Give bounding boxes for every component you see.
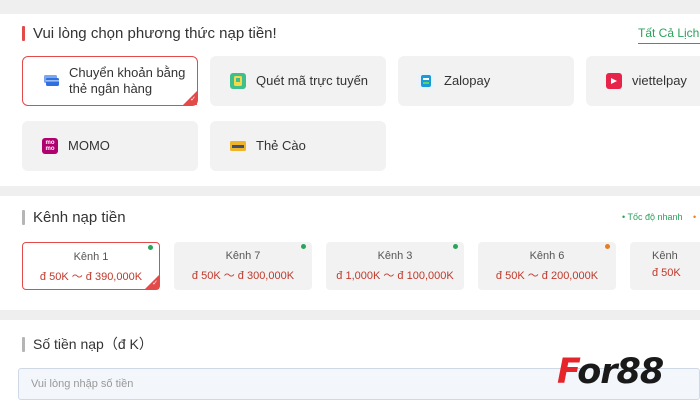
payment-method-title: Vui lòng chọn phương thức nạp tiền! [22, 25, 277, 42]
channel-card-7[interactable]: Kênh 7 đ 50K ～ đ 300,000K [174, 242, 312, 290]
channel-range: đ 50K ～ đ 300,000K [191, 270, 295, 282]
method-label: Zalopay [444, 73, 491, 88]
watermark-f: F [557, 352, 578, 392]
method-label: Chuyển khoản bằng thẻ ngân hàng [69, 65, 186, 96]
channel-name: Kênh 7 [225, 250, 261, 262]
watermark-rest: or88 [577, 352, 664, 392]
legend-fast-label: • Tốc độ nhanh [622, 212, 683, 222]
channel-name: Kênh [652, 250, 678, 262]
channel-status-dot [453, 244, 458, 249]
all-history-link-text: Tất Cả Lịch Sử [638, 26, 700, 40]
channel-card-6[interactable]: Kênh 6 đ 50K ～ đ 200,000K [478, 242, 616, 290]
title-accent-bar [22, 336, 25, 352]
channel-card-1[interactable]: Kênh 1 đ 50K ～ đ 390,000K [22, 242, 160, 290]
channel-card-partial[interactable]: Kênh đ 50K [630, 242, 700, 290]
amount-title-text: Số tiền nạp（đ K） [33, 336, 153, 352]
legend-other-dot: • [693, 212, 697, 222]
for88-watermark-logo: For88 [557, 352, 664, 392]
viettelpay-icon [606, 73, 622, 89]
payment-method-section: Vui lòng chọn phương thức nạp tiền! Tất … [0, 14, 700, 186]
method-label: viettelpay [632, 73, 687, 88]
channel-status-dot [605, 244, 610, 249]
speed-legend: • Tốc độ nhanh • [622, 212, 696, 222]
channel-title: Kênh nạp tiền [22, 209, 126, 226]
bank-card-icon [43, 73, 59, 89]
method-momo[interactable]: mo mo MOMO [22, 121, 198, 171]
method-scratch-card[interactable]: Thẻ Cào [210, 121, 386, 171]
method-label: Thẻ Cào [256, 138, 306, 153]
channel-section: Kênh nạp tiền • Tốc độ nhanh • Kênh 1 đ … [0, 196, 700, 310]
method-label: MOMO [68, 138, 110, 153]
channel-name: Kênh 3 [377, 250, 413, 262]
title-accent-bar [22, 210, 25, 225]
scratch-card-icon [230, 138, 246, 154]
selected-check-corner [145, 275, 159, 289]
channel-status-dot [301, 244, 306, 249]
payment-method-title-text: Vui lòng chọn phương thức nạp tiền! [33, 25, 277, 42]
channel-range: đ 50K [652, 267, 681, 279]
method-bank-transfer[interactable]: Chuyển khoản bằng thẻ ngân hàng [22, 56, 198, 106]
all-history-link[interactable]: Tất Cả Lịch Sử [638, 26, 700, 44]
zalopay-icon [418, 73, 434, 89]
selected-check-corner [183, 91, 197, 105]
method-zalopay[interactable]: Zalopay [398, 56, 574, 106]
qr-scan-icon [230, 73, 246, 89]
title-accent-bar [22, 26, 25, 41]
method-qr-scan[interactable]: Quét mã trực tuyến [210, 56, 386, 106]
channel-title-text: Kênh nạp tiền [33, 209, 126, 226]
channel-range: đ 1,000K ～ đ 100,000K [336, 270, 454, 282]
amount-title: Số tiền nạp（đ K） [22, 334, 153, 354]
channel-card-3[interactable]: Kênh 3 đ 1,000K ～ đ 100,000K [326, 242, 464, 290]
method-label: Quét mã trực tuyến [256, 73, 369, 88]
channel-name: Kênh 1 [73, 251, 109, 263]
channel-name: Kênh 6 [529, 250, 565, 262]
momo-icon: mo mo [42, 138, 58, 154]
channel-status-dot [148, 245, 153, 250]
channel-range: đ 50K ～ đ 390,000K [39, 271, 143, 283]
channel-range: đ 50K ～ đ 200,000K [495, 270, 599, 282]
method-viettelpay[interactable]: viettelpay [586, 56, 700, 106]
